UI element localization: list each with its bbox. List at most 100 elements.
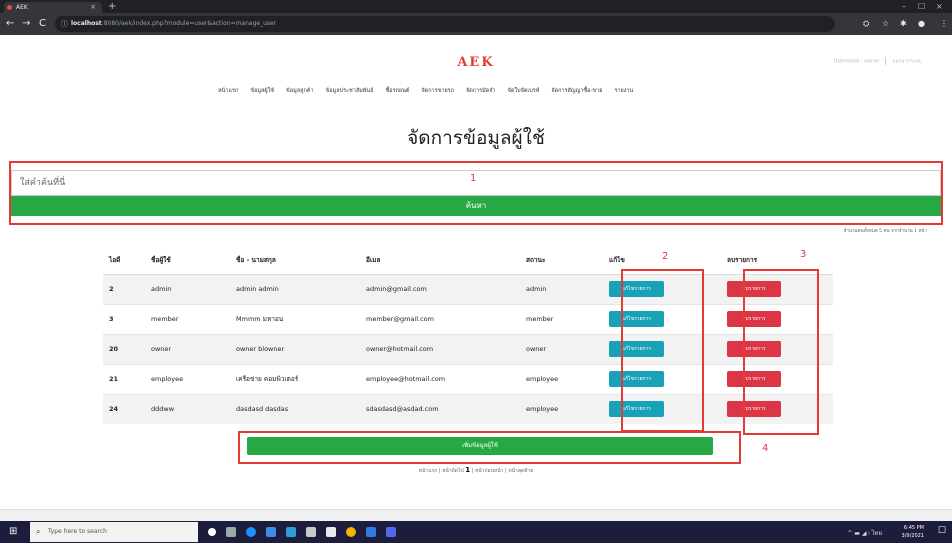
pager-current: 1 <box>465 466 471 474</box>
table-row: 20 owner owner blowner owner@hotmail.com own… <box>103 333 833 364</box>
clock[interactable]: 6:45 PM 3/9/2021 <box>902 524 924 540</box>
forward-icon[interactable]: → <box>22 17 30 31</box>
divider <box>885 57 887 65</box>
site-logo[interactable]: AEK <box>0 55 952 70</box>
cell-fullname: เครือข่าย คอมพิวเตอร์ <box>230 363 360 394</box>
pager-prev-last[interactable]: | หน้าก่อนหน้า | หน้าสุดท้าย <box>472 468 533 474</box>
bookmark-star-icon[interactable]: ☆ <box>882 18 889 30</box>
maximize-icon[interactable]: ☐ <box>918 0 925 13</box>
store-icon[interactable] <box>266 527 276 537</box>
col-header-fullname: ชื่อ - นามสกุล <box>230 247 360 275</box>
pagination: หน้าแรก | หน้าถัดไป 1 | หน้าก่อนหน้า | ห… <box>0 466 952 475</box>
record-count: จำนวนคนทั้งหมด 5 คน จากจำนวน 1 หน้า <box>843 229 927 234</box>
profile-avatar-icon[interactable]: ● <box>918 18 925 30</box>
nav-item[interactable]: จัดการขายรถ <box>421 87 454 95</box>
taskbar-search-placeholder: Type here to search <box>48 528 107 535</box>
notification-icon[interactable]: ☐ <box>938 526 946 536</box>
clock-time: 6:45 PM <box>903 525 924 531</box>
address-bar[interactable]: ⓘ localhost:8080/aek/index.php?module=us… <box>55 16 835 32</box>
logout-link[interactable]: ออกจากระบบ <box>892 59 922 65</box>
annotation-box-1 <box>9 161 943 225</box>
cell-id: 24 <box>103 393 145 424</box>
tab-title: AEK <box>16 4 28 11</box>
chrome-icon[interactable] <box>346 527 356 537</box>
clock-date: 3/9/2021 <box>901 533 924 539</box>
taskbar-apps <box>208 521 396 543</box>
cell-fullname: owner blowner <box>230 333 360 364</box>
browser-tab[interactable]: AEK × <box>4 2 102 13</box>
back-icon[interactable]: ← <box>6 17 14 31</box>
col-header-email: อีเมล <box>360 247 520 275</box>
url-host: localhost <box>71 20 102 27</box>
nav-item[interactable]: จัดการสัญญาซื้อ-ขาย <box>551 87 602 95</box>
cell-email: admin@gmail.com <box>360 273 520 304</box>
app-icon[interactable] <box>306 527 316 537</box>
annotation-box-3 <box>743 269 819 435</box>
nav-item[interactable]: หน้าแรก <box>218 87 238 95</box>
cell-fullname: dasdasd dasdas <box>230 393 360 424</box>
annotation-label-2: 2 <box>662 251 669 262</box>
taskbar-search[interactable]: ⌕ Type here to search <box>30 522 198 542</box>
minimize-icon[interactable]: – <box>902 0 906 13</box>
search-icon: ⌕ <box>36 527 41 536</box>
col-header-id: ไอดี <box>103 247 145 275</box>
annotation-box-4 <box>238 431 741 464</box>
mail-icon[interactable] <box>286 527 296 537</box>
cell-username: member <box>145 303 230 334</box>
table-row: 21 employee เครือข่าย คอมพิวเตอร์ employee@… <box>103 363 833 394</box>
app-icon-3[interactable] <box>386 527 396 537</box>
nav-item[interactable]: ข้อมูลประชาสัมพันธ์ <box>326 87 374 95</box>
windows-start-icon[interactable]: ⊞ <box>9 527 19 537</box>
nav-item[interactable]: ซื้อรถยนต์ <box>386 87 410 95</box>
system-tray-icons[interactable]: ^ ▬ ◢ ⧘ ไทย <box>847 528 882 538</box>
vscode-icon[interactable] <box>366 527 376 537</box>
nav-item[interactable]: ข้อมูลผู้ใช้ <box>250 87 274 95</box>
cell-status: member <box>520 303 603 334</box>
col-header-status: สถานะ <box>520 247 603 275</box>
new-tab-icon[interactable]: + <box>108 0 116 13</box>
taskbar: ⊞ ⌕ Type here to search ^ ▬ ◢ ⧘ ไทย 6:45… <box>0 521 952 543</box>
main-nav: หน้าแรก ข้อมูลผู้ใช้ ข้อมูลลูกค้า ข้อมูลประ… <box>218 87 778 95</box>
cell-username: employee <box>145 363 230 394</box>
window-close-icon[interactable]: × <box>936 0 943 13</box>
nav-item[interactable]: จัดการมัดจำ <box>466 87 496 95</box>
users-table: ไอดี ชื่อผู้ใช้ ชื่อ - นามสกุล อีเมล สถา… <box>103 247 833 424</box>
browser-tab-strip: AEK × + – ☐ × <box>0 0 952 13</box>
cell-email: employee@hotmail.com <box>360 363 520 394</box>
user-info: Username : owner ออกจากระบบ <box>834 57 922 66</box>
cortana-icon[interactable] <box>208 528 216 536</box>
web-page: AEK Username : owner ออกจากระบบ หน้าแรก ข้… <box>0 35 952 509</box>
cell-id: 2 <box>103 273 145 304</box>
reload-icon[interactable]: C <box>39 17 46 31</box>
site-info-icon[interactable]: ⓘ <box>61 16 68 32</box>
extensions-icon[interactable]: ✱ <box>900 18 907 30</box>
page-title: จัดการข้อมูลผู้ใช้ <box>407 127 545 149</box>
cell-status: employee <box>520 393 603 424</box>
cell-username: owner <box>145 333 230 364</box>
translate-icon[interactable]: ⛭ <box>863 18 869 30</box>
task-view-icon[interactable] <box>226 527 236 537</box>
tab-close-icon[interactable]: × <box>90 2 96 13</box>
cell-status: admin <box>520 273 603 304</box>
nav-item[interactable]: รายงาน <box>614 87 633 95</box>
table-row: 3 member Mmmm มหาอน member@gmail.com member แ… <box>103 303 833 334</box>
cell-email: member@gmail.com <box>360 303 520 334</box>
edge-icon[interactable] <box>246 527 256 537</box>
annotation-label-4: 4 <box>762 443 769 454</box>
tab-favicon-icon <box>7 5 12 10</box>
cell-email: owner@hotmail.com <box>360 333 520 364</box>
pager-first-next[interactable]: หน้าแรก | หน้าถัดไป <box>419 468 464 474</box>
annotation-label-3: 3 <box>800 249 807 260</box>
username-label: Username : owner <box>833 58 880 65</box>
app-icon-2[interactable] <box>326 527 336 537</box>
cell-status: employee <box>520 363 603 394</box>
browser-toolbar: ← → C ⓘ localhost:8080/aek/index.php?mod… <box>0 13 952 35</box>
horizontal-scrollbar[interactable] <box>0 509 952 521</box>
table-row: 24 dddww dasdasd dasdas sdasdasd@asdad.com e… <box>103 393 833 424</box>
nav-item[interactable]: จัดใบจัดเบรห์ <box>508 87 540 95</box>
menu-icon[interactable]: ⋮ <box>940 18 948 30</box>
table-row: 2 admin admin admin admin@gmail.com admin แก้… <box>103 273 833 304</box>
table-header-row: ไอดี ชื่อผู้ใช้ ชื่อ - นามสกุล อีเมล สถา… <box>103 247 833 275</box>
url-path: :8080/aek/index.php?module=user&action=m… <box>101 20 277 27</box>
nav-item[interactable]: ข้อมูลลูกค้า <box>286 87 314 95</box>
